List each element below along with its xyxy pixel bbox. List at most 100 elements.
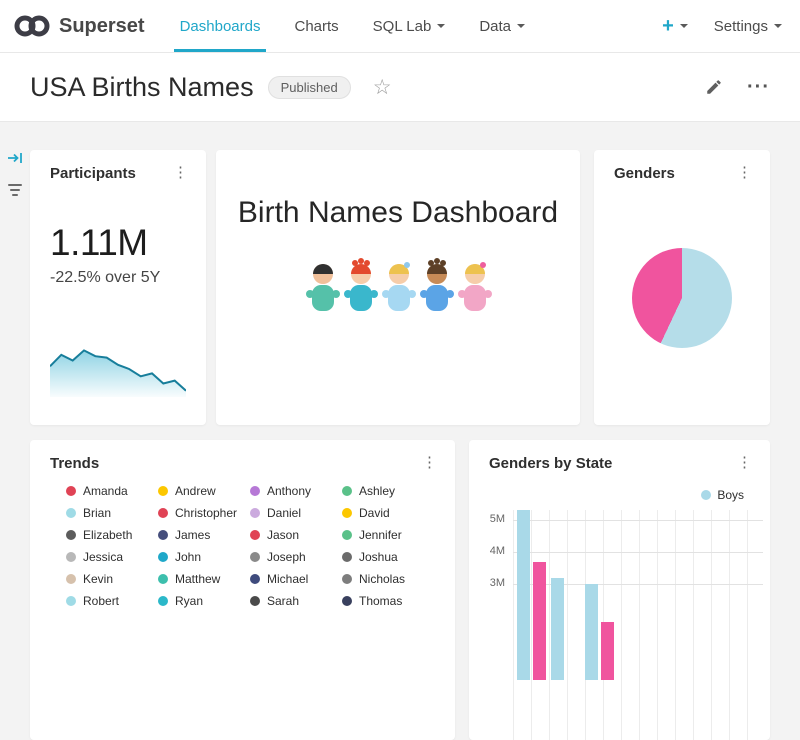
trend-legend-item[interactable]: Joshua bbox=[342, 550, 445, 564]
nav-item-label: Charts bbox=[294, 18, 338, 35]
card-banner: Birth Names Dashboard bbox=[216, 150, 580, 425]
trend-legend-item[interactable]: Christopher bbox=[158, 506, 250, 520]
plus-icon: + bbox=[662, 16, 674, 36]
chevron-down-icon bbox=[517, 24, 525, 28]
legend-dot bbox=[342, 552, 352, 562]
legend-dot bbox=[250, 552, 260, 562]
trend-legend-item[interactable]: Amanda bbox=[66, 484, 158, 498]
trend-legend-item[interactable]: Jennifer bbox=[342, 528, 445, 542]
bar-segment[interactable] bbox=[585, 584, 598, 680]
nav-item-data[interactable]: Data bbox=[462, 0, 542, 52]
legend-label: Amanda bbox=[83, 484, 128, 498]
trend-legend-item[interactable]: Thomas bbox=[342, 594, 445, 608]
superset-app: Superset Dashboards Charts SQL Lab Data + S… bbox=[0, 0, 800, 600]
trend-legend-item[interactable]: Elizabeth bbox=[66, 528, 158, 542]
kid-figure bbox=[344, 258, 378, 311]
legend-label: Matthew bbox=[175, 572, 220, 586]
trend-legend-item[interactable]: Ashley bbox=[342, 484, 445, 498]
bar-segment[interactable] bbox=[533, 562, 546, 680]
nav-item-label: SQL Lab bbox=[373, 18, 432, 35]
nav-items: Dashboards Charts SQL Lab Data bbox=[163, 0, 542, 52]
bar-segment[interactable] bbox=[517, 510, 530, 680]
sparkline-fill bbox=[50, 350, 186, 397]
card-title: Genders bbox=[614, 165, 675, 182]
legend-dot bbox=[158, 552, 168, 562]
trend-legend-item[interactable]: Ryan bbox=[158, 594, 250, 608]
trend-legend-item[interactable]: Matthew bbox=[158, 572, 250, 586]
trend-legend-item[interactable]: Brian bbox=[66, 506, 158, 520]
legend-dot bbox=[158, 574, 168, 584]
bar-segment[interactable] bbox=[601, 622, 614, 680]
trend-legend-item[interactable]: Robert bbox=[66, 594, 158, 608]
trend-legend-item[interactable]: Michael bbox=[250, 572, 342, 586]
trend-legend-item[interactable]: Jason bbox=[250, 528, 342, 542]
filter-list-icon[interactable] bbox=[8, 184, 22, 196]
card-genders-by-state: Genders by State ⋮ Boys 5M4M3M bbox=[469, 440, 770, 740]
kid-figure bbox=[458, 262, 492, 311]
legend-dot bbox=[250, 508, 260, 518]
dashboard-header: USA Births Names Published ☆ ··· bbox=[0, 53, 800, 122]
legend-label: Joseph bbox=[267, 550, 306, 564]
participants-value: 1.11M bbox=[30, 182, 206, 264]
card-title: Trends bbox=[50, 455, 99, 472]
trend-legend-item[interactable]: James bbox=[158, 528, 250, 542]
favorite-star-icon[interactable]: ☆ bbox=[373, 77, 392, 98]
more-menu-icon[interactable]: ··· bbox=[747, 82, 770, 92]
legend-dot bbox=[250, 596, 260, 606]
legend-label: Ryan bbox=[175, 594, 203, 608]
navbar-right: + Settings bbox=[662, 0, 782, 52]
boys-legend-label: Boys bbox=[717, 488, 744, 502]
legend-label: Michael bbox=[267, 572, 308, 586]
kid-figure bbox=[382, 262, 416, 311]
kebab-menu-icon[interactable]: ⋮ bbox=[729, 165, 760, 180]
header-actions: ··· bbox=[705, 78, 770, 96]
edit-pencil-icon[interactable] bbox=[705, 78, 723, 96]
trend-legend-item[interactable]: Jessica bbox=[66, 550, 158, 564]
trend-legend-item[interactable]: David bbox=[342, 506, 445, 520]
legend-dot bbox=[342, 574, 352, 584]
legend-dot bbox=[158, 530, 168, 540]
legend-dot bbox=[158, 508, 168, 518]
trend-legend-item[interactable]: Andrew bbox=[158, 484, 250, 498]
legend-dot bbox=[158, 596, 168, 606]
legend-dot bbox=[66, 530, 76, 540]
expand-filter-bar-icon[interactable] bbox=[7, 150, 24, 166]
legend-dot bbox=[66, 596, 76, 606]
trend-legend-item[interactable]: Sarah bbox=[250, 594, 342, 608]
nav-item-sql-lab[interactable]: SQL Lab bbox=[356, 0, 463, 52]
published-badge[interactable]: Published bbox=[268, 76, 351, 99]
legend-dot bbox=[250, 530, 260, 540]
nav-item-charts[interactable]: Charts bbox=[277, 0, 355, 52]
card-header: Genders by State ⋮ bbox=[469, 440, 770, 472]
boys-legend[interactable]: Boys bbox=[701, 488, 744, 502]
participants-sparkline bbox=[50, 339, 186, 397]
chevron-down-icon bbox=[680, 24, 688, 28]
filter-line bbox=[10, 189, 20, 191]
kebab-menu-icon[interactable]: ⋮ bbox=[165, 165, 196, 180]
legend-label: Daniel bbox=[267, 506, 301, 520]
legend-label: Anthony bbox=[267, 484, 311, 498]
chevron-down-icon bbox=[437, 24, 445, 28]
brand-name: Superset bbox=[59, 15, 145, 38]
trend-legend-item[interactable]: Anthony bbox=[250, 484, 342, 498]
kid-figure bbox=[306, 264, 340, 311]
legend-dot bbox=[66, 508, 76, 518]
genders-pie-chart[interactable] bbox=[632, 248, 732, 348]
bar-segment[interactable] bbox=[551, 578, 564, 680]
card-title: Genders by State bbox=[489, 455, 612, 472]
trend-legend-item[interactable]: Nicholas bbox=[342, 572, 445, 586]
legend-label: Andrew bbox=[175, 484, 216, 498]
trend-legend-item[interactable]: Joseph bbox=[250, 550, 342, 564]
brand[interactable]: Superset bbox=[14, 0, 145, 52]
trend-legend-item[interactable]: John bbox=[158, 550, 250, 564]
trend-legend-item[interactable]: Kevin bbox=[66, 572, 158, 586]
kebab-menu-icon[interactable]: ⋮ bbox=[729, 455, 760, 470]
participants-delta: -22.5% over 5Y bbox=[30, 264, 206, 287]
legend-dot bbox=[250, 574, 260, 584]
settings-menu[interactable]: Settings bbox=[714, 18, 782, 35]
card-header: Trends ⋮ bbox=[30, 440, 455, 472]
nav-item-dashboards[interactable]: Dashboards bbox=[163, 0, 278, 52]
kebab-menu-icon[interactable]: ⋮ bbox=[414, 455, 445, 470]
add-new-button[interactable]: + bbox=[662, 16, 688, 36]
trend-legend-item[interactable]: Daniel bbox=[250, 506, 342, 520]
